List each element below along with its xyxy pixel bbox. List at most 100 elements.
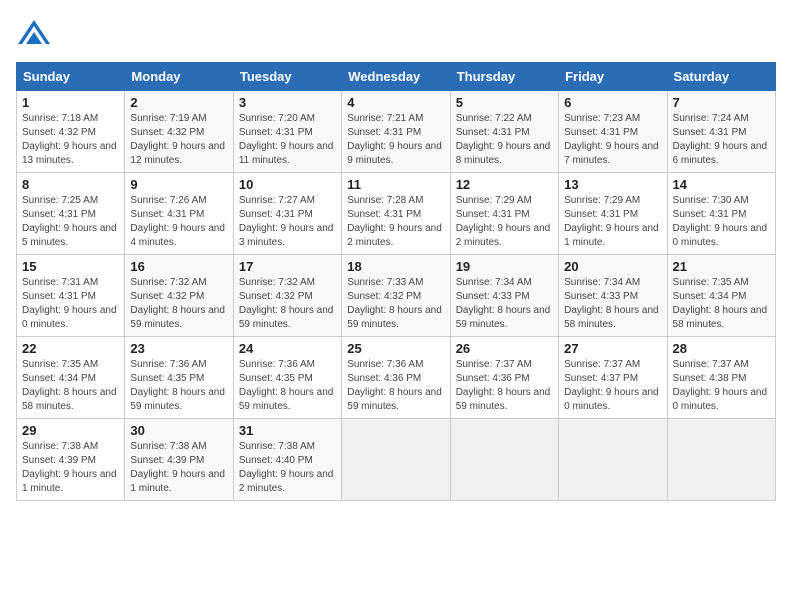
weekday-header-monday: Monday — [125, 63, 233, 91]
day-cell: 9Sunrise: 7:26 AM Sunset: 4:31 PM Daylig… — [125, 173, 233, 255]
day-info: Sunrise: 7:31 AM Sunset: 4:31 PM Dayligh… — [22, 276, 119, 332]
day-number: 26 — [456, 341, 553, 356]
day-info: Sunrise: 7:24 AM Sunset: 4:31 PM Dayligh… — [673, 112, 770, 168]
day-cell: 19Sunrise: 7:34 AM Sunset: 4:33 PM Dayli… — [450, 255, 558, 337]
day-cell: 18 Sunrise: 7:33 AM Sunset: 4:32 PM Dayli… — [342, 255, 450, 337]
day-number: 27 — [564, 341, 661, 356]
day-number: 8 — [22, 177, 119, 192]
weekday-header-wednesday: Wednesday — [342, 63, 450, 91]
weekday-header-tuesday: Tuesday — [233, 63, 341, 91]
day-info: Sunrise: 7:21 AM Sunset: 4:31 PM Dayligh… — [347, 112, 444, 168]
day-cell: 24 Sunrise: 7:36 AM Sunset: 4:35 PM Dayli… — [233, 337, 341, 419]
day-number: 16 — [130, 259, 227, 274]
day-info: Sunrise: 7:33 AM Sunset: 4:32 PM Dayligh… — [347, 276, 444, 332]
day-number: 14 — [673, 177, 770, 192]
day-info: Sunrise: 7:32 AM Sunset: 4:32 PM Dayligh… — [130, 276, 227, 332]
day-info: Sunrise: 7:36 AM Sunset: 4:35 PM Dayligh… — [130, 358, 227, 414]
day-info: Sunrise: 7:20 AM Sunset: 4:31 PM Dayligh… — [239, 112, 336, 168]
day-cell: 28Sunrise: 7:37 AM Sunset: 4:38 PM Dayli… — [667, 337, 775, 419]
day-number: 25 — [347, 341, 444, 356]
day-info: Sunrise: 7:36 AM Sunset: 4:36 PM Dayligh… — [347, 358, 444, 414]
week-row-5: 29 Sunrise: 7:38 AM Sunset: 4:39 PM Dayli… — [17, 419, 776, 501]
day-cell: 29 Sunrise: 7:38 AM Sunset: 4:39 PM Dayli… — [17, 419, 125, 501]
day-info: Sunrise: 7:36 AM Sunset: 4:35 PM Dayligh… — [239, 358, 336, 414]
day-info: Sunrise: 7:22 AM Sunset: 4:31 PM Dayligh… — [456, 112, 553, 168]
day-cell — [450, 419, 558, 501]
day-number: 13 — [564, 177, 661, 192]
day-number: 20 — [564, 259, 661, 274]
day-number: 22 — [22, 341, 119, 356]
week-row-3: 15Sunrise: 7:31 AM Sunset: 4:31 PM Dayli… — [17, 255, 776, 337]
day-number: 18 — [347, 259, 444, 274]
day-cell — [667, 419, 775, 501]
day-cell: 3Sunrise: 7:20 AM Sunset: 4:31 PM Daylig… — [233, 91, 341, 173]
day-number: 29 — [22, 423, 119, 438]
weekday-header-thursday: Thursday — [450, 63, 558, 91]
day-info: Sunrise: 7:35 AM Sunset: 4:34 PM Dayligh… — [673, 276, 770, 332]
day-cell: 16 Sunrise: 7:32 AM Sunset: 4:32 PM Dayli… — [125, 255, 233, 337]
day-number: 12 — [456, 177, 553, 192]
week-row-2: 8 Sunrise: 7:25 AM Sunset: 4:31 PM Daylig… — [17, 173, 776, 255]
day-cell: 21Sunrise: 7:35 AM Sunset: 4:34 PM Dayli… — [667, 255, 775, 337]
logo — [16, 16, 56, 52]
weekday-header-friday: Friday — [559, 63, 667, 91]
logo-icon — [16, 16, 52, 52]
day-number: 5 — [456, 95, 553, 110]
day-cell: 12 Sunrise: 7:29 AM Sunset: 4:31 PM Dayli… — [450, 173, 558, 255]
day-cell: 26 Sunrise: 7:37 AM Sunset: 4:36 PM Dayli… — [450, 337, 558, 419]
day-number: 19 — [456, 259, 553, 274]
day-info: Sunrise: 7:25 AM Sunset: 4:31 PM Dayligh… — [22, 194, 119, 250]
calendar-table: SundayMondayTuesdayWednesdayThursdayFrid… — [16, 62, 776, 501]
day-cell — [559, 419, 667, 501]
day-cell: 8 Sunrise: 7:25 AM Sunset: 4:31 PM Daylig… — [17, 173, 125, 255]
day-number: 17 — [239, 259, 336, 274]
day-info: Sunrise: 7:32 AM Sunset: 4:32 PM Dayligh… — [239, 276, 336, 332]
day-cell: 13 Sunrise: 7:29 AM Sunset: 4:31 PM Dayli… — [559, 173, 667, 255]
day-info: Sunrise: 7:30 AM Sunset: 4:31 PM Dayligh… — [673, 194, 770, 250]
day-number: 23 — [130, 341, 227, 356]
day-cell: 30Sunrise: 7:38 AM Sunset: 4:39 PM Dayli… — [125, 419, 233, 501]
week-row-1: 1 Sunrise: 7:18 AM Sunset: 4:32 PM Daylig… — [17, 91, 776, 173]
day-cell: 1 Sunrise: 7:18 AM Sunset: 4:32 PM Daylig… — [17, 91, 125, 173]
day-info: Sunrise: 7:18 AM Sunset: 4:32 PM Dayligh… — [22, 112, 119, 168]
day-cell: 27 Sunrise: 7:37 AM Sunset: 4:37 PM Dayli… — [559, 337, 667, 419]
day-cell: 14 Sunrise: 7:30 AM Sunset: 4:31 PM Dayli… — [667, 173, 775, 255]
day-cell: 11 Sunrise: 7:28 AM Sunset: 4:31 PM Dayli… — [342, 173, 450, 255]
day-number: 1 — [22, 95, 119, 110]
day-cell: 7Sunrise: 7:24 AM Sunset: 4:31 PM Daylig… — [667, 91, 775, 173]
day-number: 6 — [564, 95, 661, 110]
day-cell: 10 Sunrise: 7:27 AM Sunset: 4:31 PM Dayli… — [233, 173, 341, 255]
day-cell — [342, 419, 450, 501]
day-cell: 17 Sunrise: 7:32 AM Sunset: 4:32 PM Dayli… — [233, 255, 341, 337]
day-info: Sunrise: 7:29 AM Sunset: 4:31 PM Dayligh… — [564, 194, 661, 250]
day-cell: 2Sunrise: 7:19 AM Sunset: 4:32 PM Daylig… — [125, 91, 233, 173]
day-number: 11 — [347, 177, 444, 192]
week-row-4: 22 Sunrise: 7:35 AM Sunset: 4:34 PM Dayli… — [17, 337, 776, 419]
day-info: Sunrise: 7:29 AM Sunset: 4:31 PM Dayligh… — [456, 194, 553, 250]
day-number: 31 — [239, 423, 336, 438]
day-cell: 22 Sunrise: 7:35 AM Sunset: 4:34 PM Dayli… — [17, 337, 125, 419]
day-info: Sunrise: 7:37 AM Sunset: 4:38 PM Dayligh… — [673, 358, 770, 414]
day-info: Sunrise: 7:35 AM Sunset: 4:34 PM Dayligh… — [22, 358, 119, 414]
day-cell: 15Sunrise: 7:31 AM Sunset: 4:31 PM Dayli… — [17, 255, 125, 337]
day-number: 30 — [130, 423, 227, 438]
day-info: Sunrise: 7:28 AM Sunset: 4:31 PM Dayligh… — [347, 194, 444, 250]
day-cell: 23 Sunrise: 7:36 AM Sunset: 4:35 PM Dayli… — [125, 337, 233, 419]
day-cell: 20 Sunrise: 7:34 AM Sunset: 4:33 PM Dayli… — [559, 255, 667, 337]
day-number: 10 — [239, 177, 336, 192]
day-cell: 31Sunrise: 7:38 AM Sunset: 4:40 PM Dayli… — [233, 419, 341, 501]
weekday-header-saturday: Saturday — [667, 63, 775, 91]
day-info: Sunrise: 7:37 AM Sunset: 4:37 PM Dayligh… — [564, 358, 661, 414]
day-cell: 25 Sunrise: 7:36 AM Sunset: 4:36 PM Dayli… — [342, 337, 450, 419]
weekday-header-sunday: Sunday — [17, 63, 125, 91]
day-info: Sunrise: 7:34 AM Sunset: 4:33 PM Dayligh… — [564, 276, 661, 332]
day-number: 9 — [130, 177, 227, 192]
day-number: 24 — [239, 341, 336, 356]
day-info: Sunrise: 7:27 AM Sunset: 4:31 PM Dayligh… — [239, 194, 336, 250]
day-info: Sunrise: 7:38 AM Sunset: 4:39 PM Dayligh… — [22, 440, 119, 496]
day-cell: 5 Sunrise: 7:22 AM Sunset: 4:31 PM Daylig… — [450, 91, 558, 173]
day-number: 4 — [347, 95, 444, 110]
weekday-header-row: SundayMondayTuesdayWednesdayThursdayFrid… — [17, 63, 776, 91]
day-cell: 4 Sunrise: 7:21 AM Sunset: 4:31 PM Daylig… — [342, 91, 450, 173]
day-info: Sunrise: 7:37 AM Sunset: 4:36 PM Dayligh… — [456, 358, 553, 414]
